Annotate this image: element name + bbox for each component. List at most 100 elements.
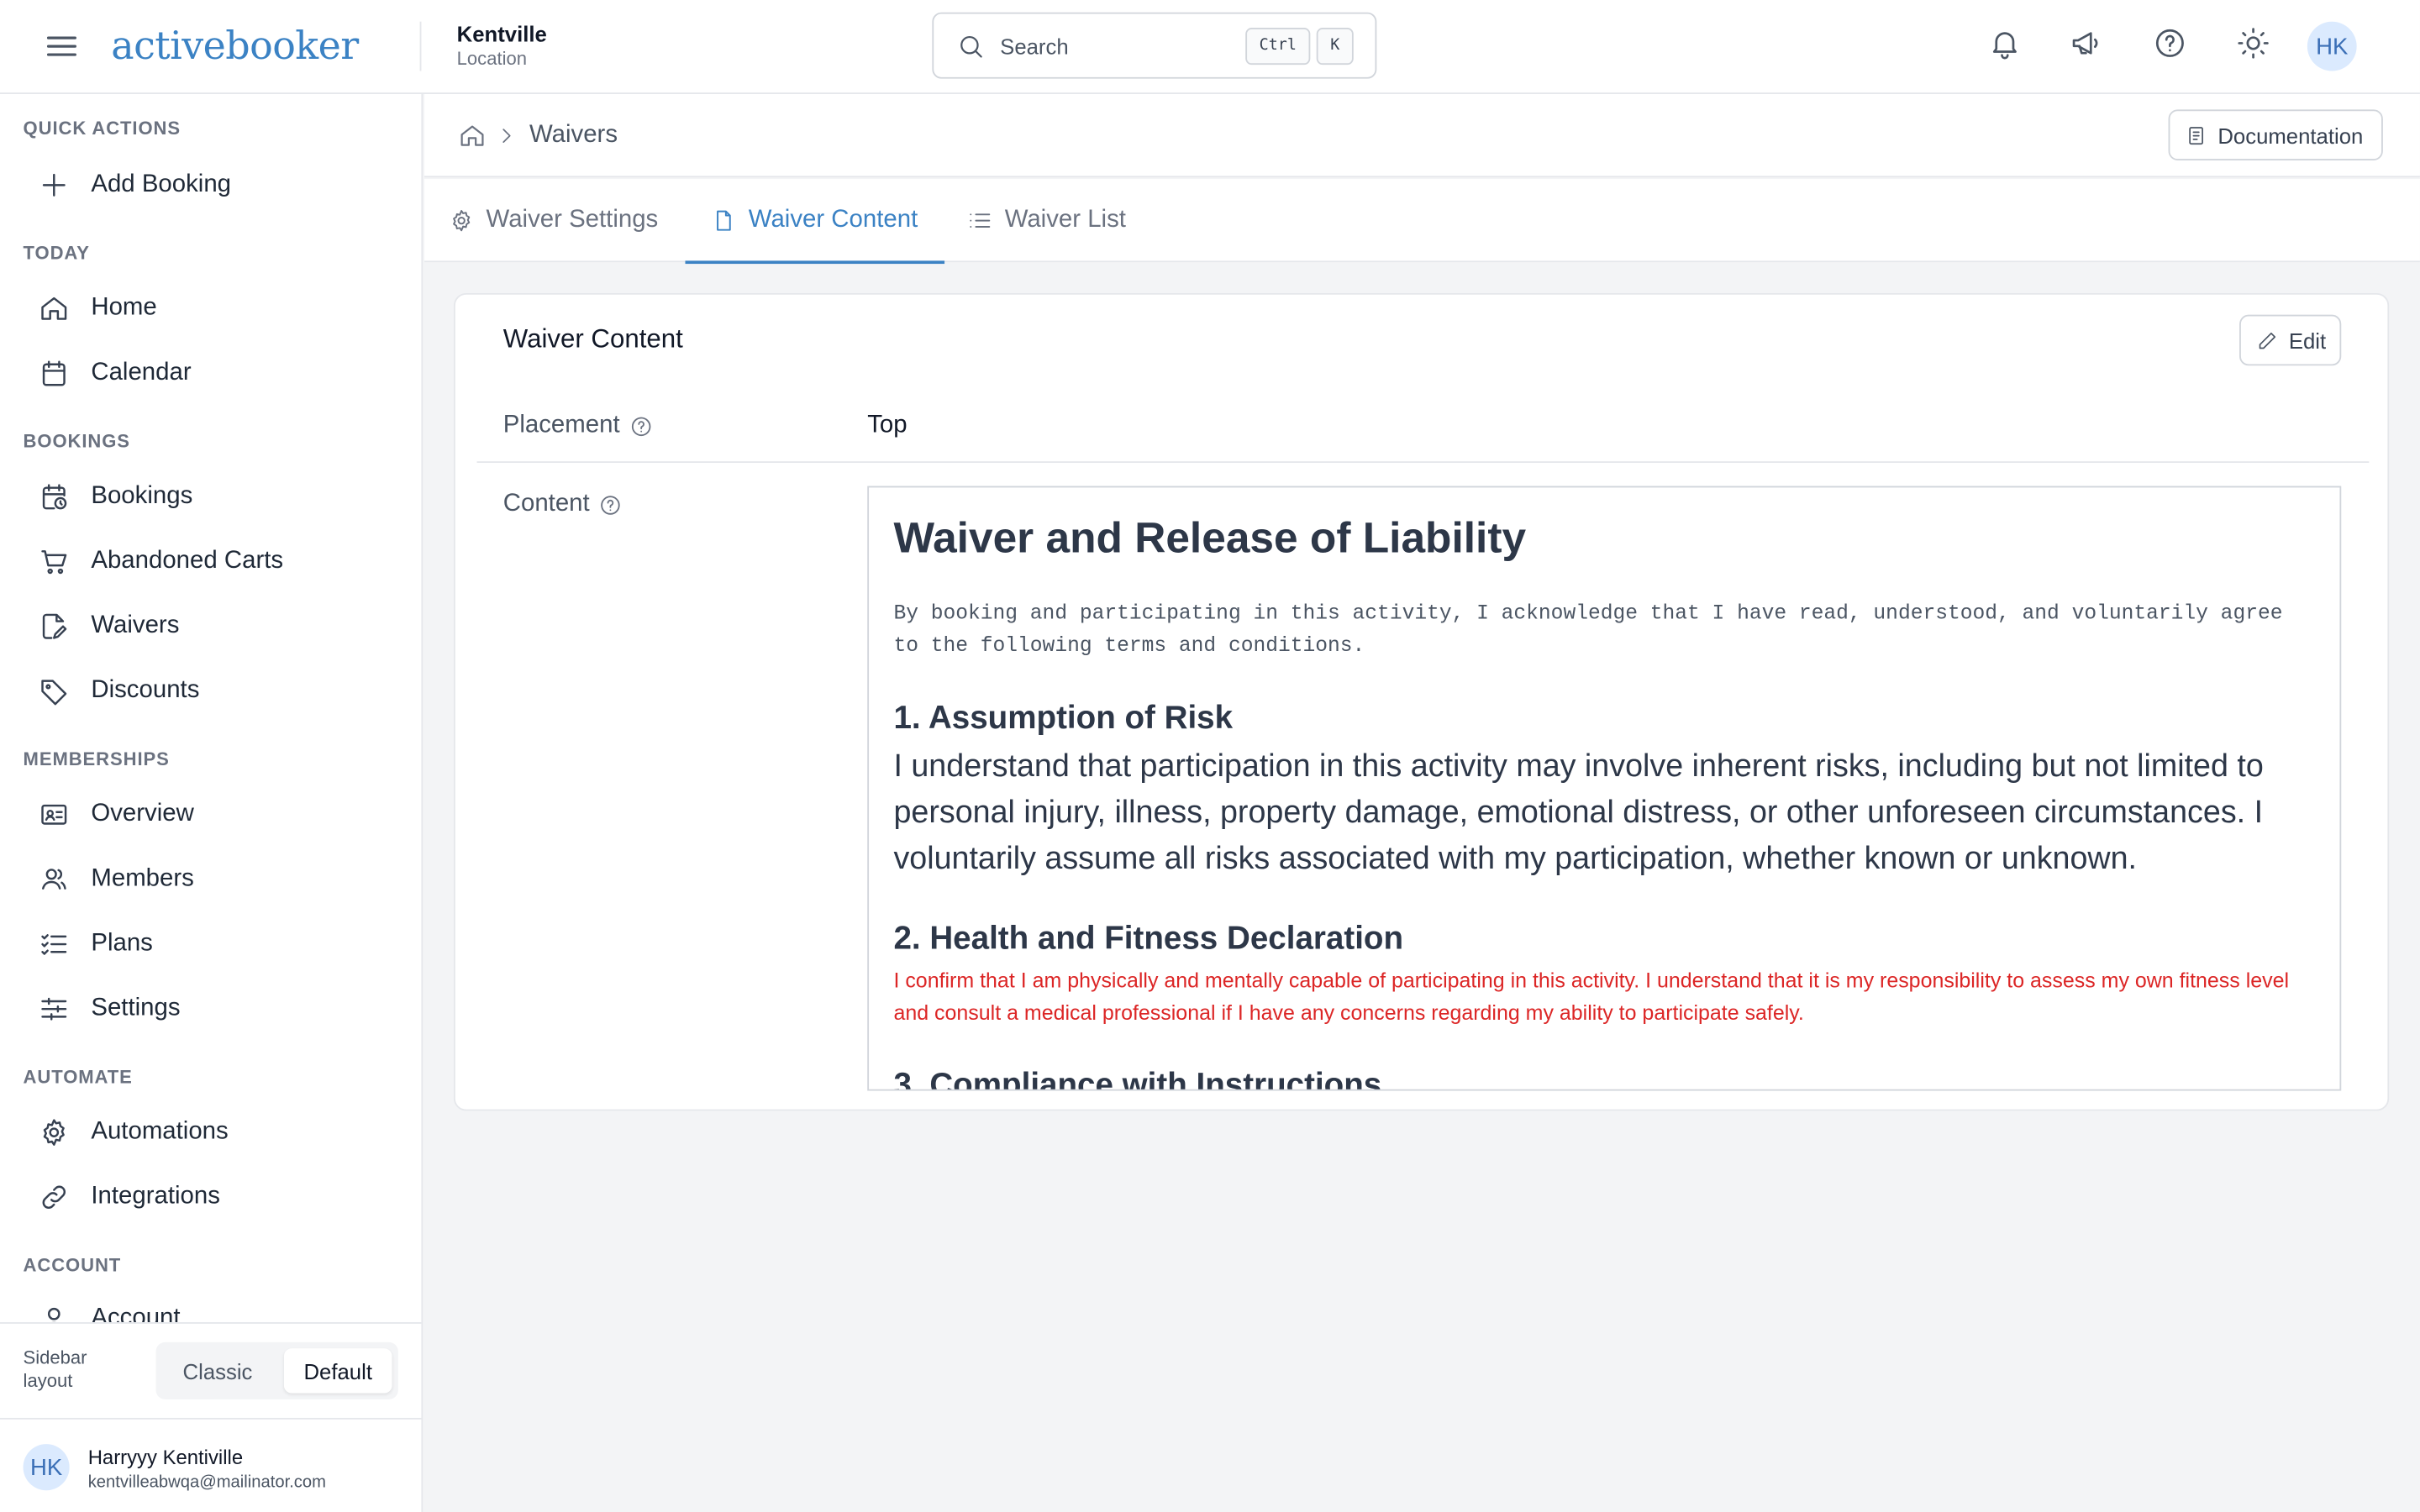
sidebar-item-add-booking[interactable]: Add Booking (24, 157, 398, 213)
sidebar-item-plans[interactable]: Plans (24, 916, 398, 972)
sidebar-item-label: Bookings (91, 482, 193, 510)
plus-icon (39, 170, 70, 201)
shortcut-k-key: K (1316, 27, 1354, 65)
section-quick-actions: QUICK ACTIONS (23, 117, 182, 139)
edit-button[interactable]: Edit (2239, 314, 2342, 366)
sidebar-item-members[interactable]: Members (24, 852, 398, 907)
home-icon[interactable] (458, 122, 486, 150)
sidebar-layout-label: Sidebar layout (23, 1347, 87, 1392)
placement-value: Top (867, 412, 908, 438)
placement-label-text: Placement (502, 412, 620, 438)
tab-label: Waiver Content (748, 207, 918, 234)
file-icon (712, 208, 736, 233)
content-label-text: Content (502, 491, 590, 517)
brand-logo[interactable]: activebooker (111, 15, 359, 74)
menu-icon[interactable] (42, 26, 82, 66)
help-icon[interactable] (2153, 26, 2186, 60)
gear-icon (39, 1117, 70, 1148)
cart-icon (39, 546, 70, 577)
top-bar: activebooker Kentville Location Search C… (0, 0, 2420, 95)
location-label: Location (456, 47, 528, 70)
tab-waiver-settings[interactable]: Waiver Settings (449, 179, 658, 262)
location-name: Kentville (456, 21, 547, 47)
sidebar-item-label: Members (91, 865, 194, 892)
sidebar-item-bookings[interactable]: Bookings (24, 469, 398, 524)
search-input[interactable]: Search Ctrl K (932, 12, 1377, 79)
sidebar-item-discounts[interactable]: Discounts (24, 664, 398, 719)
sun-icon[interactable] (2236, 26, 2270, 60)
layout-default-button[interactable]: Default (283, 1348, 392, 1394)
layout-toggle: Classic Default (155, 1341, 398, 1399)
help-circle-icon[interactable] (629, 414, 653, 438)
help-circle-icon[interactable] (599, 493, 623, 517)
section-account: ACCOUNT (23, 1254, 122, 1276)
waiver-content-preview[interactable]: Waiver and Release of Liability By booki… (867, 486, 2342, 1091)
sidebar-item-label: Waivers (91, 612, 180, 639)
waiver-title: Waiver and Release of Liability (893, 513, 1527, 562)
waiver-content-card: Waiver Content Edit Placement Top Conten… (453, 292, 2390, 1111)
section-1-text: I understand that participation in this … (893, 748, 2264, 877)
document-edit-icon (39, 611, 70, 642)
breadcrumb-current[interactable]: Waivers (529, 122, 618, 150)
users-icon (39, 864, 70, 895)
section-1-heading: 1. Assumption of Risk (893, 700, 1234, 737)
sidebar-item-label: Plans (91, 930, 153, 957)
section-memberships: MEMBERSHIPS (23, 748, 170, 770)
sidebar-item-label: Overview (91, 801, 194, 827)
tab-waiver-content[interactable]: Waiver Content (685, 179, 944, 265)
search-placeholder: Search (1000, 33, 1069, 58)
sidebar-nav[interactable]: QUICK ACTIONS Add Booking TODAY Home Cal… (0, 94, 421, 1323)
checklist-icon (39, 929, 70, 960)
sidebar-item-calendar[interactable]: Calendar (24, 345, 398, 401)
location-switcher[interactable]: Kentville Location (457, 22, 547, 71)
sidebar-item-overview[interactable]: Overview (24, 787, 398, 843)
user-email: kentvilleabwqa@mailinator.com (87, 1473, 327, 1493)
book-icon (2186, 123, 2207, 147)
row-divider (476, 461, 2370, 464)
documentation-button[interactable]: Documentation (2168, 109, 2383, 161)
section-2-heading: 2. Health and Fitness Declaration (893, 921, 1404, 957)
section-today: TODAY (23, 242, 90, 265)
sidebar-item-label: Integrations (91, 1183, 220, 1210)
breadcrumb: Waivers Documentation (424, 94, 2420, 178)
sidebar-item-settings[interactable]: Settings (24, 981, 398, 1037)
section-2-text: I confirm that I am physically and menta… (893, 969, 2290, 1025)
calendar-icon (39, 358, 70, 389)
tab-label: Waiver Settings (486, 207, 659, 234)
tabs: Waiver Settings Waiver Content Waiver Li… (424, 179, 2420, 265)
sidebar-item-label: Home (91, 294, 157, 322)
user-icon (39, 1304, 70, 1323)
tab-label: Waiver List (1004, 207, 1126, 234)
sidebar-user-profile[interactable]: HK Harryyy Kentiville kentvilleabwqa@mai… (0, 1417, 422, 1512)
sidebar-item-account[interactable]: Account (24, 1291, 398, 1323)
sidebar-item-label: Discounts (91, 677, 200, 704)
sliders-icon (39, 994, 70, 1025)
calendar-clock-icon (39, 481, 70, 512)
user-name: Harryyy Kentiville (87, 1445, 244, 1469)
sidebar-item-integrations[interactable]: Integrations (24, 1169, 398, 1225)
sidebar-item-waivers[interactable]: Waivers (24, 599, 398, 654)
sidebar-item-label: Settings (91, 995, 181, 1021)
tab-waiver-list[interactable]: Waiver List (968, 179, 1126, 262)
sidebar-item-abandoned-carts[interactable]: Abandoned Carts (24, 533, 398, 589)
sidebar-item-label: Calendar (91, 359, 192, 386)
section-3-heading: 3. Compliance with Instructions (893, 1067, 1382, 1091)
gear-icon (449, 208, 473, 233)
pencil-icon (2256, 329, 2278, 351)
megaphone-icon[interactable] (2070, 26, 2103, 60)
search-icon (957, 32, 985, 60)
avatar: HK (23, 1444, 70, 1491)
section-bookings: BOOKINGS (23, 430, 130, 453)
sidebar-item-label: Add Booking (91, 171, 232, 198)
sidebar-item-automations[interactable]: Automations (24, 1105, 398, 1160)
sidebar-layout-switch: Sidebar layout Classic Default (0, 1322, 422, 1418)
shortcut-ctrl-key: Ctrl (1245, 27, 1311, 65)
user-avatar[interactable]: HK (2307, 21, 2357, 71)
sidebar-item-home[interactable]: Home (24, 281, 398, 336)
brand-name: activebooker (111, 22, 359, 67)
layout-classic-button[interactable]: Classic (162, 1348, 273, 1393)
sidebar-item-label: Automations (91, 1118, 229, 1145)
chevron-right-icon (496, 123, 518, 148)
placement-label: Placement (503, 412, 652, 439)
bell-icon[interactable] (1988, 26, 2022, 60)
